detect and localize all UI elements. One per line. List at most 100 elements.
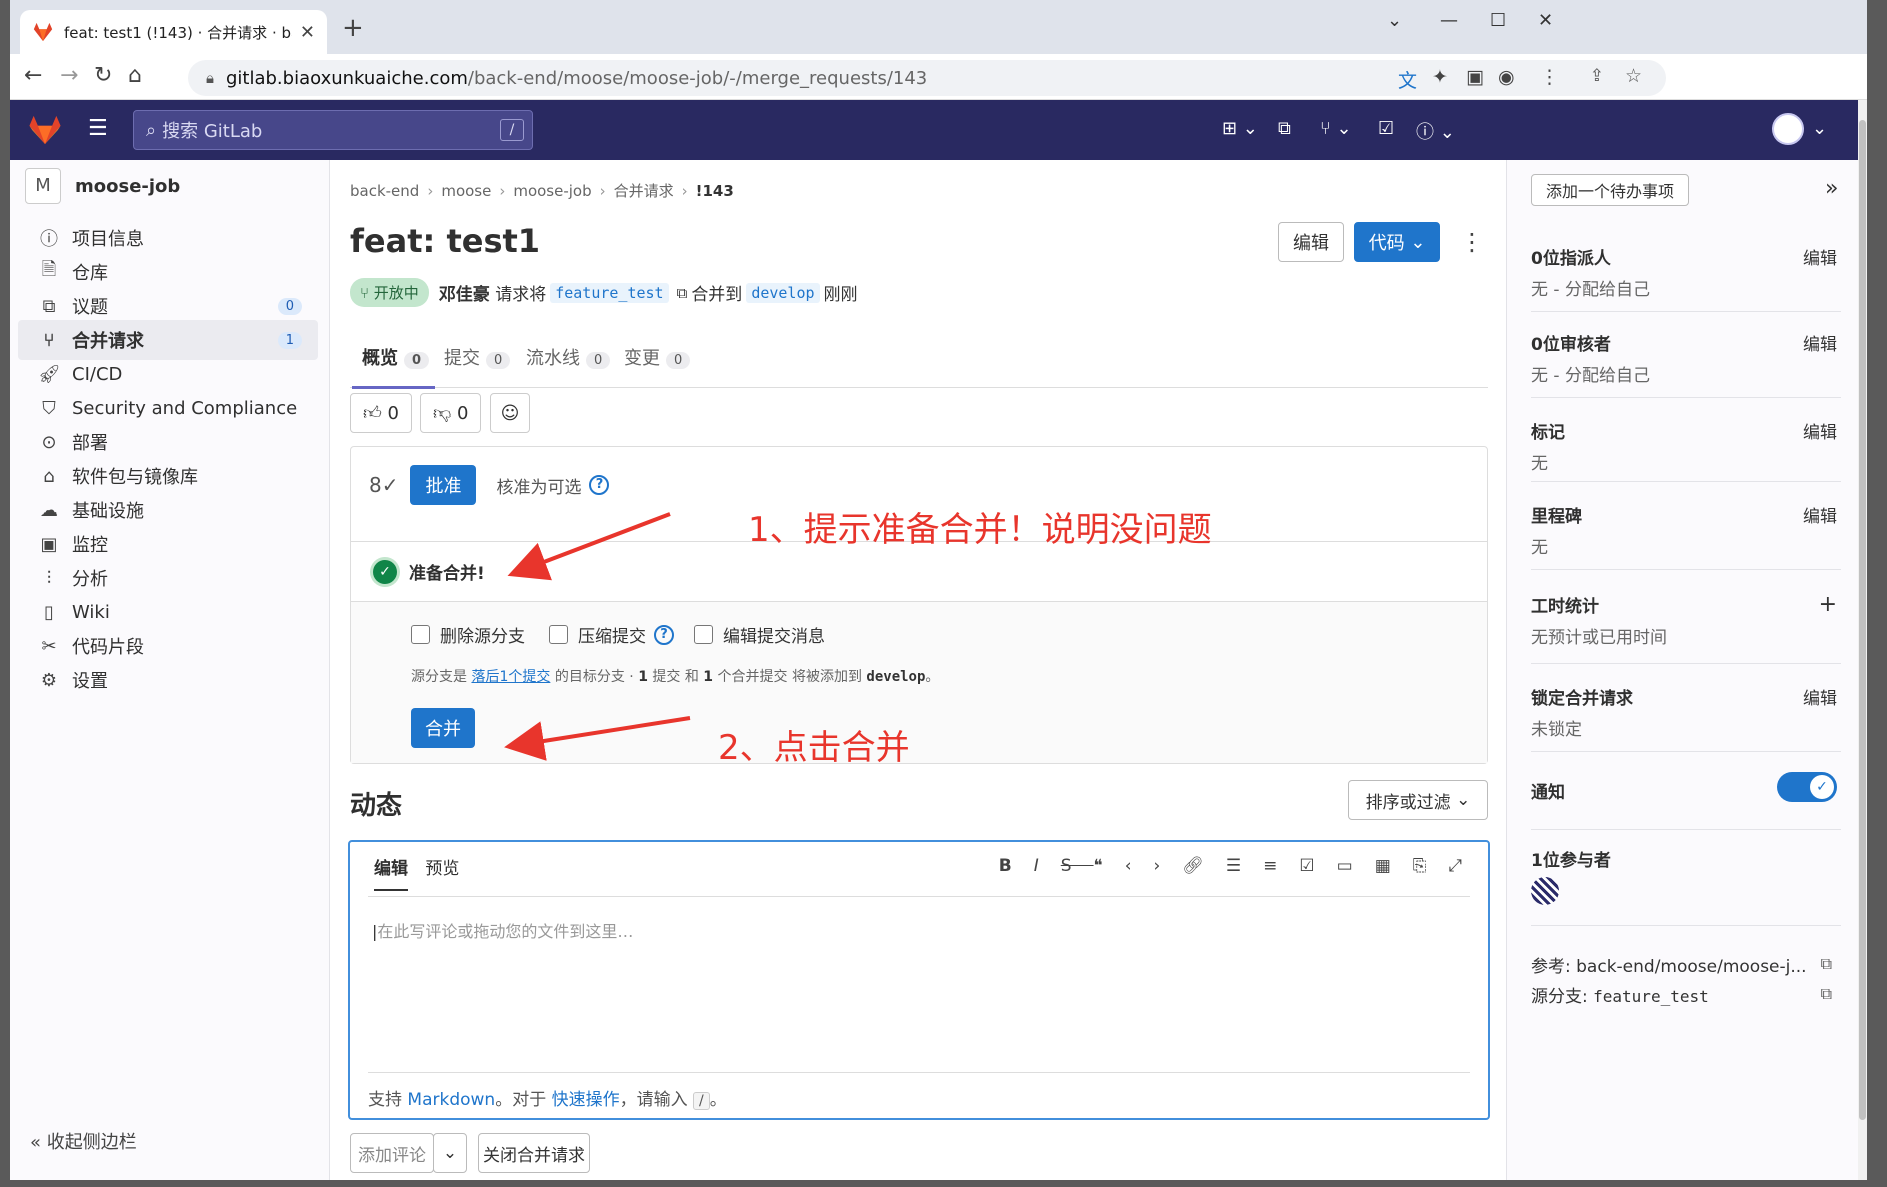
page-scrollbar[interactable] bbox=[1858, 100, 1867, 1180]
edit-labels-button[interactable]: 编辑 bbox=[1803, 418, 1837, 443]
sidebar-item-label: 项目信息 bbox=[72, 229, 144, 250]
new-tab-icon[interactable]: + bbox=[342, 15, 364, 41]
window-close-icon[interactable]: ✕ bbox=[1538, 10, 1553, 31]
profile-icon[interactable]: ◉ bbox=[1498, 66, 1515, 88]
info-icon: ⓘ bbox=[40, 229, 58, 250]
merge-requests-nav-icon[interactable]: ⑂ ⌄ bbox=[1320, 118, 1352, 139]
browser-tab[interactable]: feat: test1 (!143) · 合并请求 · ba ✕ bbox=[20, 10, 327, 54]
sidebar-item-label: 代码片段 bbox=[72, 637, 144, 658]
edit-assignee-button[interactable]: 编辑 bbox=[1803, 244, 1837, 269]
issues-count-badge: 0 bbox=[277, 297, 302, 315]
add-comment-button[interactable]: 添加评论 bbox=[350, 1133, 434, 1173]
tab-title: feat: test1 (!143) · 合并请求 · ba bbox=[64, 23, 292, 42]
sidebar-item-label: 设置 bbox=[72, 671, 108, 692]
lock-icon: 🔒︎ bbox=[206, 69, 214, 87]
back-icon[interactable]: ← bbox=[24, 64, 42, 88]
annotation-arrow-2 bbox=[504, 716, 691, 761]
footer-text: 支持 bbox=[368, 1090, 402, 1110]
chart-icon: ⫶ bbox=[46, 567, 52, 589]
extensions-icon[interactable]: ✦ bbox=[1432, 66, 1448, 88]
double-chevron-left-icon: « bbox=[30, 1132, 42, 1153]
close-tab-icon[interactable]: ✕ bbox=[300, 22, 315, 43]
browser-window: feat: test1 (!143) · 合并请求 · ba ✕ + ⌄ — ☐… bbox=[10, 0, 1867, 1180]
edit-reviewer-button[interactable]: 编辑 bbox=[1803, 330, 1837, 355]
milestone-block: 里程碑 无 编辑 bbox=[1531, 502, 1841, 570]
right-sidebar: 添加一个待办事项 » 0位指派人 无 - 分配给自己 编辑 0位审核者 无 - … bbox=[1506, 160, 1858, 1180]
milestone-label: 里程碑 bbox=[1531, 507, 1582, 527]
project-avatar: M bbox=[25, 168, 61, 204]
comment-type-dropdown[interactable]: ⌄ bbox=[433, 1133, 467, 1173]
help-nav-icon[interactable]: ⓘ ⌄ bbox=[1416, 118, 1455, 144]
tab-search-icon[interactable]: ⌄ bbox=[1387, 10, 1402, 31]
milestone-value: 无 bbox=[1531, 538, 1548, 558]
file-icon: 🗎︎ bbox=[41, 259, 57, 280]
book-icon: ▯ bbox=[44, 601, 54, 623]
markdown-link[interactable]: Markdown bbox=[407, 1090, 495, 1110]
sidepanel-icon[interactable]: ▣ bbox=[1466, 66, 1484, 88]
bookmark-star-icon[interactable]: ☆ bbox=[1625, 65, 1642, 87]
close-mr-button[interactable]: 关闭合并请求 bbox=[478, 1133, 590, 1173]
rocket-icon: 🚀︎ bbox=[38, 363, 61, 385]
browser-menu-icon[interactable]: ⋮ bbox=[1540, 66, 1559, 88]
collapse-sidebar-button[interactable]: « 收起侧边栏 bbox=[30, 1128, 137, 1154]
reviewer-block: 0位审核者 无 - 分配给自己 编辑 bbox=[1531, 330, 1841, 398]
copy-branch-icon[interactable]: ⧉ bbox=[1821, 984, 1832, 1004]
check-icon: ✓ bbox=[1810, 775, 1834, 799]
translate-icon[interactable]: 文 bbox=[1398, 66, 1417, 93]
home-icon[interactable]: ⌂ bbox=[128, 64, 142, 88]
sidebar-item-label: Wiki bbox=[72, 601, 110, 623]
gitlab-logo-icon[interactable] bbox=[28, 114, 62, 146]
edit-lock-button[interactable]: 编辑 bbox=[1803, 684, 1837, 709]
issues-nav-icon[interactable]: ⧉ bbox=[1278, 118, 1291, 139]
slash-key: / bbox=[693, 1092, 710, 1110]
sidebar-item-label: CI/CD bbox=[72, 363, 123, 385]
mr-count-badge: 1 bbox=[277, 331, 302, 349]
share-icon[interactable]: ⇪ bbox=[1590, 66, 1604, 86]
scrollbar-thumb[interactable] bbox=[1859, 120, 1866, 1120]
footer-text: 。对于 bbox=[495, 1090, 547, 1110]
minimize-icon[interactable]: — bbox=[1440, 10, 1458, 31]
annotation-arrow-1 bbox=[507, 512, 671, 581]
deploy-icon: ⊙ bbox=[41, 431, 57, 453]
time-tracking-label: 工时统计 bbox=[1531, 597, 1599, 617]
todos-nav-icon[interactable]: ☑ bbox=[1378, 118, 1394, 139]
add-todo-button[interactable]: 添加一个待办事项 bbox=[1531, 174, 1689, 206]
issues-icon: ⧉ bbox=[42, 295, 56, 317]
annotation-arrows bbox=[504, 512, 691, 761]
create-new-icon[interactable]: ⊞ ⌄ bbox=[1222, 118, 1258, 139]
assignee-value[interactable]: 无 - 分配给自己 bbox=[1531, 275, 1841, 300]
forward-icon[interactable]: → bbox=[60, 64, 78, 88]
shield-icon: ⛉ bbox=[42, 397, 56, 419]
editor-footer: 支持 Markdown。对于 快速操作，请输入 /。 bbox=[368, 1072, 1470, 1110]
source-branch-value: feature_test bbox=[1593, 987, 1709, 1006]
gitlab-search-input[interactable]: ⌕ 搜索 GitLab / bbox=[133, 110, 533, 150]
hamburger-menu-icon[interactable]: ☰ bbox=[88, 116, 108, 141]
sidebar-item-label: 分析 bbox=[72, 569, 108, 590]
chevron-down-icon: ⌄ bbox=[442, 1143, 458, 1163]
project-header[interactable]: M moose-job bbox=[25, 168, 180, 204]
sidebar-item-settings[interactable]: ⚙ 设置 bbox=[18, 660, 318, 700]
annotation-ready: 1、提示准备合并！说明没问题 bbox=[748, 510, 1212, 550]
reference-label: 参考: bbox=[1531, 957, 1571, 977]
search-shortcut-hint: / bbox=[500, 119, 524, 141]
add-time-icon[interactable]: + bbox=[1819, 592, 1837, 617]
footer-text: ，请输入 bbox=[619, 1090, 688, 1110]
sidebar-item-label: 仓库 bbox=[72, 263, 108, 284]
notifications-toggle[interactable]: ✓ bbox=[1777, 772, 1837, 802]
maximize-icon[interactable]: ☐ bbox=[1490, 10, 1506, 31]
lock-value: 未锁定 bbox=[1531, 720, 1582, 740]
reviewer-value[interactable]: 无 - 分配给自己 bbox=[1531, 361, 1841, 386]
merge-request-icon: ⑂ bbox=[43, 329, 55, 351]
collapse-right-sidebar-icon[interactable]: » bbox=[1825, 176, 1838, 201]
edit-milestone-button[interactable]: 编辑 bbox=[1803, 502, 1837, 527]
reload-icon[interactable]: ↻ bbox=[94, 64, 112, 88]
lock-label: 锁定合并请求 bbox=[1531, 689, 1633, 709]
tab-strip: feat: test1 (!143) · 合并请求 · ba ✕ + ⌄ — ☐… bbox=[10, 0, 1867, 54]
copy-reference-icon[interactable]: ⧉ bbox=[1821, 954, 1832, 974]
participant-avatar[interactable] bbox=[1531, 877, 1559, 905]
chevron-down-icon[interactable]: ⌄ bbox=[1812, 118, 1827, 139]
url-path: /back-end/moose/moose-job/-/merge_reques… bbox=[467, 67, 928, 89]
quick-actions-link[interactable]: 快速操作 bbox=[552, 1090, 620, 1110]
gitlab-header: ☰ ⌕ 搜索 GitLab / ⊞ ⌄ ⧉ ⑂ ⌄ ☑ ⓘ ⌄ ⌄ bbox=[10, 100, 1858, 160]
user-avatar[interactable] bbox=[1772, 113, 1804, 145]
